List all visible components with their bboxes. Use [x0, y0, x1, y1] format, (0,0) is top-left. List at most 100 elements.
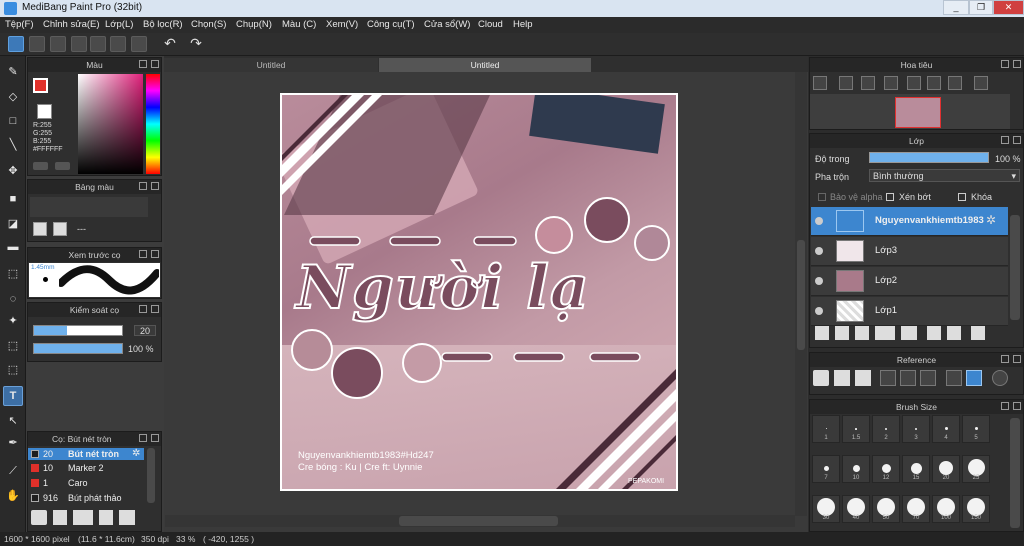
color-option-button[interactable] — [33, 162, 48, 170]
menu-help[interactable]: Help — [513, 19, 533, 30]
select-eraser-icon[interactable]: ⬚ — [3, 360, 23, 380]
horizontal-scrollbar[interactable] — [399, 516, 558, 526]
close-icon[interactable] — [151, 60, 159, 68]
menu-edit[interactable]: Chỉnh sửa(E) — [43, 19, 100, 30]
layer-opacity-slider[interactable] — [869, 152, 989, 163]
gear-icon[interactable]: ✲ — [986, 213, 996, 227]
background-color-swatch[interactable] — [37, 104, 52, 119]
close-icon[interactable] — [1013, 136, 1021, 144]
menu-cloud[interactable]: Cloud — [478, 19, 503, 30]
foreground-color-swatch[interactable] — [33, 78, 48, 93]
float-icon[interactable] — [1001, 136, 1009, 144]
text-tool-icon[interactable]: T — [3, 386, 23, 406]
navigator-preview-area[interactable] — [810, 94, 1010, 129]
duplicate-layer-icon[interactable] — [927, 326, 941, 340]
cloud-icon[interactable] — [8, 36, 24, 52]
float-icon[interactable] — [139, 182, 147, 190]
fit-screen-icon[interactable] — [861, 76, 875, 90]
grid-document-icon[interactable] — [110, 36, 126, 52]
chat-icon[interactable] — [50, 36, 66, 52]
brush-opacity-slider[interactable] — [33, 343, 123, 354]
gradient-tool-icon[interactable]: ▬ — [3, 237, 23, 257]
menu-view[interactable]: Xem(V) — [326, 19, 358, 30]
minimize-button[interactable]: _ — [943, 0, 969, 15]
actual-size-icon[interactable] — [927, 76, 941, 90]
navigator-thumbnail[interactable] — [895, 97, 941, 128]
new-brush-icon[interactable] — [53, 510, 67, 525]
brush-size-cell[interactable]: 2 — [872, 415, 900, 443]
magic-wand-icon[interactable]: ✦ — [3, 311, 23, 331]
brush-size-cell[interactable]: 1.5 — [842, 415, 870, 443]
gear-icon[interactable]: ✲ — [132, 448, 140, 460]
brush-item[interactable]: 20 Bút nét tròn ✲ — [28, 448, 144, 460]
close-icon[interactable] — [1013, 402, 1021, 410]
brush-menu-icon[interactable] — [73, 510, 93, 525]
visibility-eye-icon[interactable] — [815, 277, 823, 285]
close-icon[interactable] — [151, 305, 159, 313]
zoom-out-icon[interactable] — [920, 370, 936, 386]
move-tool-icon[interactable]: ✥ — [3, 161, 23, 181]
layer-row[interactable]: Lớp3 — [811, 237, 1008, 266]
lock-checkbox[interactable] — [958, 193, 966, 201]
zoom-out-icon[interactable] — [884, 76, 898, 90]
zoom-in-icon[interactable] — [813, 76, 827, 90]
float-icon[interactable] — [139, 434, 147, 442]
rotate-left-icon[interactable] — [907, 76, 921, 90]
close-icon[interactable] — [1013, 60, 1021, 68]
menu-file[interactable]: Tệp(F) — [5, 19, 34, 30]
folder-icon[interactable] — [119, 510, 135, 525]
new-palette-icon[interactable] — [33, 222, 47, 236]
brush-size-cell[interactable]: 25 — [962, 455, 990, 483]
tab-untitled-active[interactable]: Untitled — [379, 58, 591, 72]
image-icon[interactable] — [855, 370, 871, 386]
line-tool-icon[interactable]: ╲ — [3, 135, 23, 155]
list-icon[interactable] — [131, 36, 147, 52]
menu-capture[interactable]: Chụp(N) — [236, 19, 272, 30]
artwork-canvas[interactable]: Người lạ Nguyenvankhiemtb1983#Hd247 Cre … — [280, 93, 678, 491]
delete-palette-icon[interactable] — [53, 222, 67, 236]
layer-menu-icon[interactable] — [875, 326, 895, 340]
brush-size-cell[interactable]: 50 — [872, 495, 900, 523]
protect-alpha-checkbox[interactable] — [818, 193, 826, 201]
brush-size-cell[interactable]: 100 — [932, 495, 960, 523]
fit-icon[interactable] — [900, 370, 916, 386]
hue-slider[interactable] — [146, 74, 160, 174]
brush-size-value[interactable]: 20 — [134, 325, 156, 336]
brush-size-cell[interactable]: 150 — [962, 495, 990, 523]
open-folder-icon[interactable] — [834, 370, 850, 386]
menu-tools[interactable]: Công cụ(T) — [367, 19, 415, 30]
saturation-value-picker[interactable] — [78, 74, 143, 174]
new-8bit-layer-icon[interactable] — [855, 326, 869, 340]
float-icon[interactable] — [1001, 60, 1009, 68]
brush-size-cell[interactable]: 15 — [902, 455, 930, 483]
eyedropper-icon[interactable]: ⟋ — [3, 461, 23, 481]
palette-swatch-area[interactable] — [30, 197, 148, 217]
new-halftone-layer-icon[interactable] — [835, 326, 849, 340]
hand-icon[interactable] — [966, 370, 982, 386]
eyedropper-icon[interactable] — [946, 370, 962, 386]
cloud-download-icon[interactable] — [31, 510, 47, 525]
hand-tool-icon[interactable]: ✋ — [3, 486, 23, 506]
new-layer-icon[interactable] — [815, 326, 829, 340]
tab-untitled[interactable]: Untitled — [164, 58, 378, 72]
pen-tool-icon[interactable]: ✒ — [3, 433, 23, 453]
brush-size-cell[interactable]: 7 — [812, 455, 840, 483]
select-tool-icon[interactable]: ⬚ — [3, 264, 23, 284]
close-icon[interactable] — [151, 182, 159, 190]
brush-size-cell[interactable]: 30 — [812, 495, 840, 523]
lasso-tool-icon[interactable]: ◌ — [3, 289, 23, 309]
brush-size-cell[interactable]: 20 — [932, 455, 960, 483]
brush-list-scrollbar[interactable] — [147, 448, 155, 503]
rotate-right-icon[interactable] — [948, 76, 962, 90]
menu-color[interactable]: Màu (C) — [282, 19, 316, 30]
close-icon[interactable] — [151, 434, 159, 442]
menu-filter[interactable]: Bộ lọc(R) — [143, 19, 183, 30]
brush-settings-icon[interactable] — [99, 510, 113, 525]
folder-icon[interactable] — [901, 326, 917, 340]
brush-size-cell[interactable]: 12 — [872, 455, 900, 483]
layer-list-scrollbar[interactable] — [1010, 215, 1020, 320]
document-icon[interactable] — [90, 36, 106, 52]
bucket-tool-icon[interactable]: ◪ — [3, 214, 23, 234]
redo-icon[interactable]: ↷ — [188, 36, 204, 52]
float-icon[interactable] — [139, 250, 147, 258]
